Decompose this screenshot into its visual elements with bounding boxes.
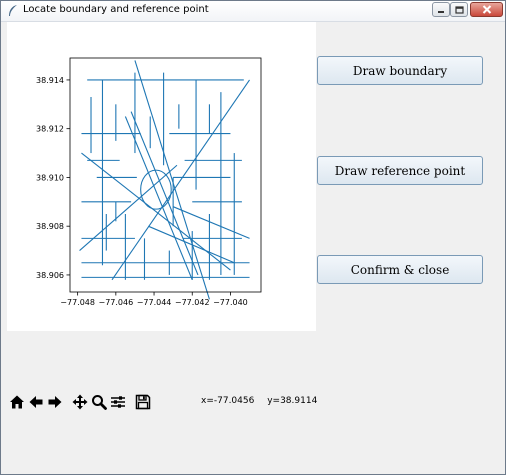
y-tick-label: 38.912 (36, 125, 64, 134)
y-tick-label: 38.906 (36, 271, 64, 280)
x-tick-label: −77.042 (175, 298, 210, 307)
x-tick-label: −77.046 (98, 298, 133, 307)
draw-boundary-button[interactable]: Draw boundary (317, 56, 483, 85)
cursor-coordinates: x=-77.0456 y=38.9114 (201, 396, 317, 406)
save-icon (135, 394, 150, 410)
navigation-toolbar (7, 391, 152, 413)
street-segment (111, 79, 250, 281)
zoom-button[interactable] (89, 392, 108, 412)
app-window: Locate boundary and reference point −77.… (0, 0, 506, 475)
window-title: Locate boundary and reference point (23, 4, 209, 15)
title-bar[interactable]: Locate boundary and reference point (1, 1, 505, 22)
minimize-icon (438, 10, 444, 13)
y-tick-label: 38.910 (36, 173, 64, 182)
maximize-button[interactable] (450, 2, 468, 17)
pan-icon (72, 394, 87, 410)
y-tick-label: 38.908 (36, 222, 64, 231)
home-icon (9, 395, 24, 409)
street-segment (134, 60, 210, 300)
minimize-button[interactable] (432, 2, 450, 17)
save-button[interactable] (133, 392, 152, 412)
street-segment (124, 116, 193, 281)
close-icon (482, 5, 491, 14)
traffic-circle (140, 169, 172, 210)
configure-subplots-icon (110, 396, 125, 408)
x-coordinate-readout: x=-77.0456 (201, 396, 255, 406)
configure-subplots-button[interactable] (108, 392, 127, 412)
plot-canvas[interactable]: −77.048 −77.046 −77.044 −77.042 −77.040 38.90… (7, 22, 316, 331)
x-tick-label: −77.040 (213, 298, 248, 307)
maximize-icon (454, 5, 464, 14)
back-icon (29, 396, 42, 408)
confirm-close-button[interactable]: Confirm & close (317, 255, 483, 284)
street-map-plot[interactable]: −77.048 −77.046 −77.044 −77.042 −77.040 38.90… (7, 22, 316, 331)
x-tick-label: −77.044 (137, 298, 172, 307)
close-button[interactable] (470, 2, 503, 17)
feather-icon (9, 5, 17, 16)
y-tick-label: 38.914 (36, 76, 64, 85)
x-tick-label: −77.048 (60, 298, 95, 307)
draw-reference-point-button[interactable]: Draw reference point (317, 156, 483, 185)
forward-icon (48, 396, 61, 408)
forward-button[interactable] (45, 392, 64, 412)
back-button[interactable] (26, 392, 45, 412)
zoom-icon (91, 395, 107, 410)
pan-button[interactable] (70, 392, 89, 412)
home-button[interactable] (7, 392, 26, 412)
y-coordinate-readout: y=38.9114 (267, 396, 318, 406)
